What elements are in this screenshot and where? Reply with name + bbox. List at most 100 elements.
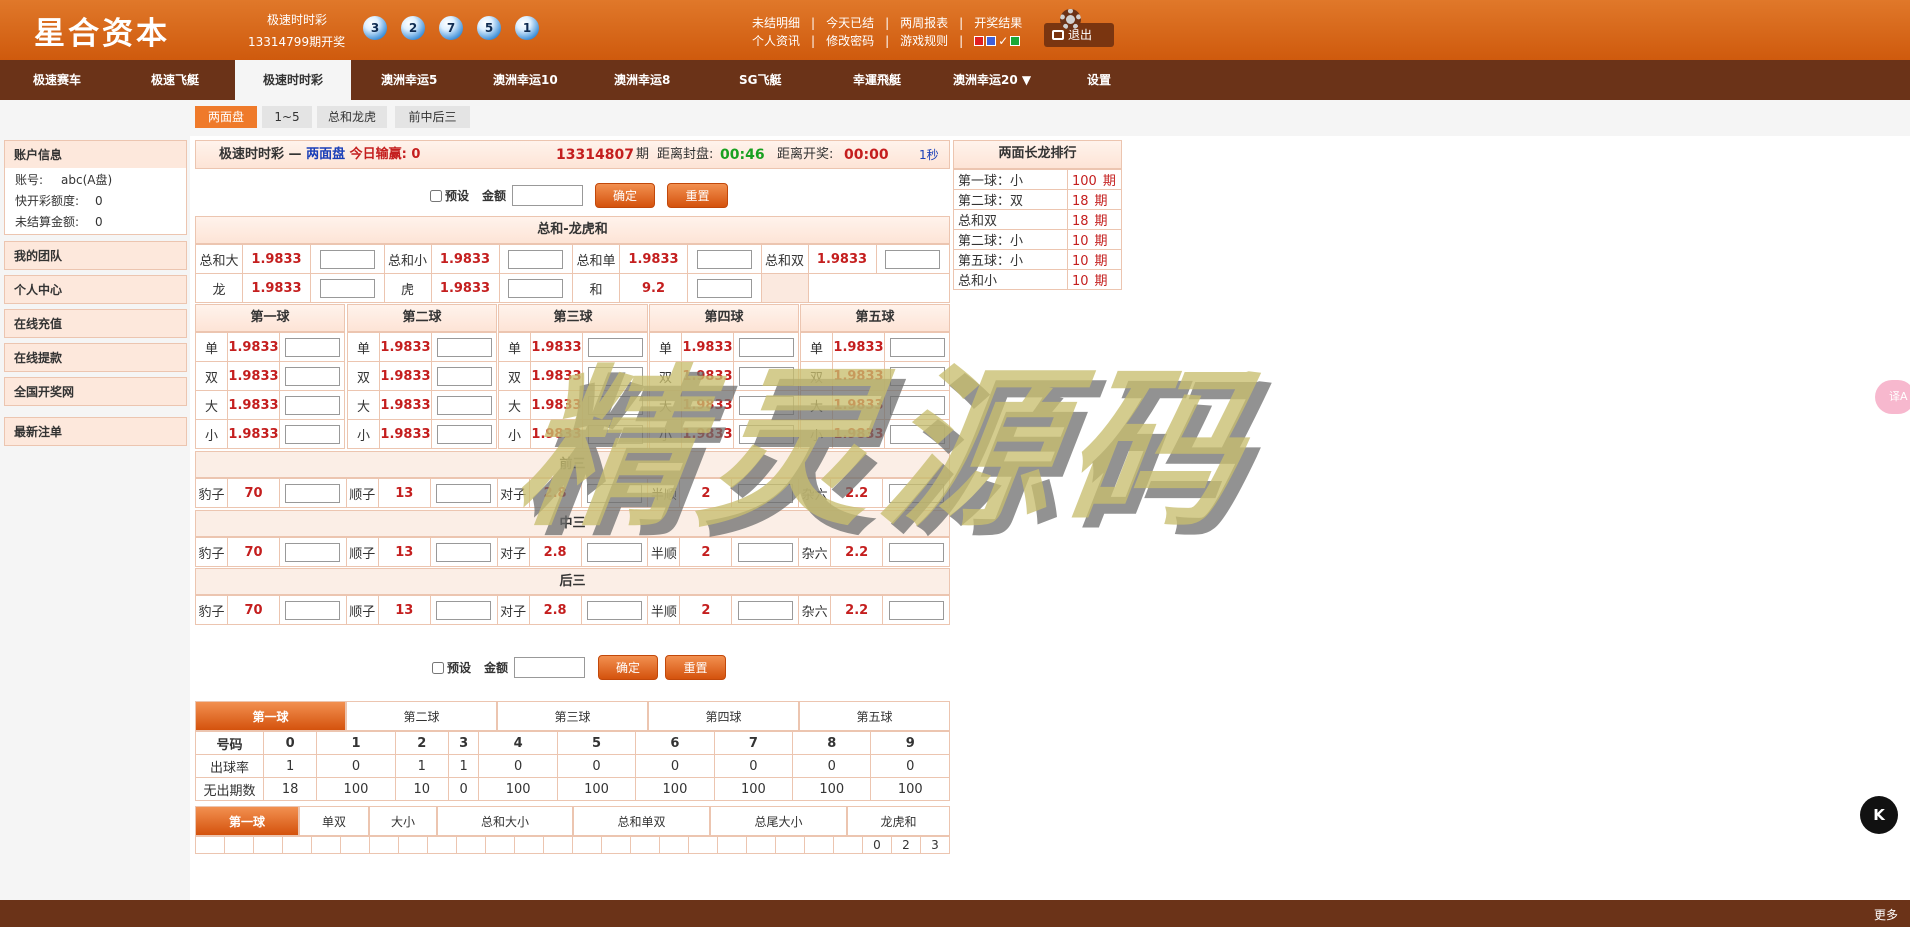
sidebar-item-latest-bets[interactable]: 最新注单 <box>4 417 187 446</box>
skin-swatch-green[interactable] <box>1010 36 1021 46</box>
refresh-interval[interactable]: 1秒 <box>919 141 939 169</box>
nav-item-dropdown[interactable]: 澳洲幸运20 ▼ <box>953 60 1031 100</box>
subtab-1-5[interactable]: 1~5 <box>262 106 312 128</box>
ball-bet-input[interactable] <box>284 337 340 357</box>
section-bet-input[interactable] <box>586 483 642 503</box>
road-tab[interactable]: 总和单双 <box>573 806 710 836</box>
ball-bet-input[interactable] <box>738 366 794 386</box>
sum-bet-input[interactable] <box>319 278 375 298</box>
road-tab[interactable]: 龙虎和 <box>847 806 950 836</box>
ball-bet-input[interactable] <box>587 337 643 357</box>
section-bet-input[interactable] <box>586 542 642 562</box>
ball-bet-input[interactable] <box>889 395 945 415</box>
road-tab[interactable]: 总和大小 <box>437 806 573 836</box>
translate-floating-button[interactable]: 译A <box>1875 380 1910 414</box>
sidebar-item-team[interactable]: 我的团队 <box>4 241 187 270</box>
sidebar-item-deposit[interactable]: 在线充值 <box>4 309 187 338</box>
reset-button[interactable]: 重置 <box>667 183 728 208</box>
section-bet-input[interactable] <box>436 600 492 620</box>
section-bet-input[interactable] <box>436 483 492 503</box>
confirm-button[interactable]: 确定 <box>595 183 655 208</box>
section-bet-input[interactable] <box>888 483 944 503</box>
section-bet-input[interactable] <box>285 542 341 562</box>
more-link[interactable]: 更多 <box>1874 906 1898 923</box>
sidebar-item-results-network[interactable]: 全国开奖网 <box>4 377 187 406</box>
stat-tab[interactable]: 第三球 <box>497 701 648 731</box>
subtab-sum-dragon[interactable]: 总和龙虎 <box>317 106 387 128</box>
sidebar-item-withdraw[interactable]: 在线提款 <box>4 343 187 372</box>
amount-input[interactable] <box>512 185 583 206</box>
section-bet-input[interactable] <box>737 600 793 620</box>
confirm-button-bottom[interactable]: 确定 <box>598 655 658 680</box>
section-bet-input[interactable] <box>737 483 793 503</box>
ball-bet-input[interactable] <box>284 424 340 444</box>
amount-input-bottom[interactable] <box>514 657 585 678</box>
link-unsettled[interactable]: 未结明细 <box>752 14 800 32</box>
sidebar-item-personal[interactable]: 个人中心 <box>4 275 187 304</box>
ball-bet-input[interactable] <box>889 366 945 386</box>
ball-bet-input[interactable] <box>436 395 492 415</box>
road-tab[interactable]: 单双 <box>299 806 369 836</box>
k-badge-icon[interactable]: K <box>1860 796 1898 834</box>
section-bet-input[interactable] <box>285 483 341 503</box>
stat-tab[interactable]: 第四球 <box>648 701 799 731</box>
nav-item[interactable]: 极速飞艇 <box>151 60 199 100</box>
logout-button[interactable]: 退出 <box>1044 23 1114 47</box>
subtab-two-sides[interactable]: 两面盘 <box>195 106 257 128</box>
link-results[interactable]: 开奖结果 <box>974 14 1022 32</box>
preset-toggle-bottom[interactable]: 预设 <box>432 659 471 676</box>
sum-bet-input[interactable] <box>885 249 941 269</box>
nav-item[interactable]: 极速赛车 <box>33 60 81 100</box>
sum-bet-input[interactable] <box>508 249 564 269</box>
ball-bet-input[interactable] <box>436 424 492 444</box>
nav-item[interactable]: SG飞艇 <box>739 60 782 100</box>
ball-table: 单 1.9833 双 1.9833 大 1.9833 小 1.9833 <box>347 332 497 449</box>
section-bet-input[interactable] <box>586 600 642 620</box>
ball-bet-input[interactable] <box>738 337 794 357</box>
road-tab[interactable]: 第一球 <box>195 806 299 836</box>
ball-bet-input[interactable] <box>587 366 643 386</box>
road-tab[interactable]: 大小 <box>369 806 437 836</box>
link-today-settled[interactable]: 今天已结 <box>826 14 874 32</box>
ball-bet-input[interactable] <box>436 337 492 357</box>
preset-checkbox[interactable] <box>430 189 442 202</box>
ball-bet-input[interactable] <box>436 366 492 386</box>
sum-bet-input[interactable] <box>508 278 564 298</box>
subtab-front-mid-back[interactable]: 前中后三 <box>395 106 470 128</box>
nav-item[interactable]: 澳洲幸运10 <box>493 60 558 100</box>
skin-swatch-blue[interactable] <box>986 36 997 46</box>
stat-tab[interactable]: 第二球 <box>346 701 497 731</box>
nav-item[interactable]: 澳洲幸运8 <box>614 60 670 100</box>
settings-label[interactable]: 设置 <box>1087 60 1111 100</box>
nav-item[interactable]: 澳洲幸运5 <box>381 60 437 100</box>
sum-bet-input[interactable] <box>696 249 752 269</box>
nav-item-active[interactable]: 极速时时彩 <box>235 60 351 100</box>
reset-button-bottom[interactable]: 重置 <box>665 655 726 680</box>
road-tab[interactable]: 总尾大小 <box>710 806 847 836</box>
section-bet-input[interactable] <box>888 542 944 562</box>
ball-bet-input[interactable] <box>738 395 794 415</box>
section-bet-input[interactable] <box>737 542 793 562</box>
link-two-week-report[interactable]: 两周报表 <box>900 14 948 32</box>
stat-tab[interactable]: 第五球 <box>799 701 950 731</box>
section-bet-input[interactable] <box>285 600 341 620</box>
ball-bet-input[interactable] <box>889 424 945 444</box>
ball-bet-input[interactable] <box>587 395 643 415</box>
ball-bet-input[interactable] <box>889 337 945 357</box>
stat-tab[interactable]: 第一球 <box>195 701 346 731</box>
ball-bet-input[interactable] <box>284 366 340 386</box>
preset-checkbox-bottom[interactable] <box>432 661 444 674</box>
nav-item[interactable]: 幸運飛艇 <box>853 60 901 100</box>
section-bet-input[interactable] <box>436 542 492 562</box>
preset-toggle[interactable]: 预设 <box>430 187 469 204</box>
ball-bet-input[interactable] <box>284 395 340 415</box>
ball-bet-input[interactable] <box>738 424 794 444</box>
link-rules[interactable]: 游戏规则 <box>900 32 948 50</box>
sum-bet-input[interactable] <box>319 249 375 269</box>
sum-bet-input[interactable] <box>696 278 752 298</box>
ball-bet-input[interactable] <box>587 424 643 444</box>
link-profile[interactable]: 个人资讯 <box>752 32 800 50</box>
link-change-password[interactable]: 修改密码 <box>826 32 874 50</box>
section-bet-input[interactable] <box>888 600 944 620</box>
skin-swatch-red[interactable] <box>974 36 985 46</box>
